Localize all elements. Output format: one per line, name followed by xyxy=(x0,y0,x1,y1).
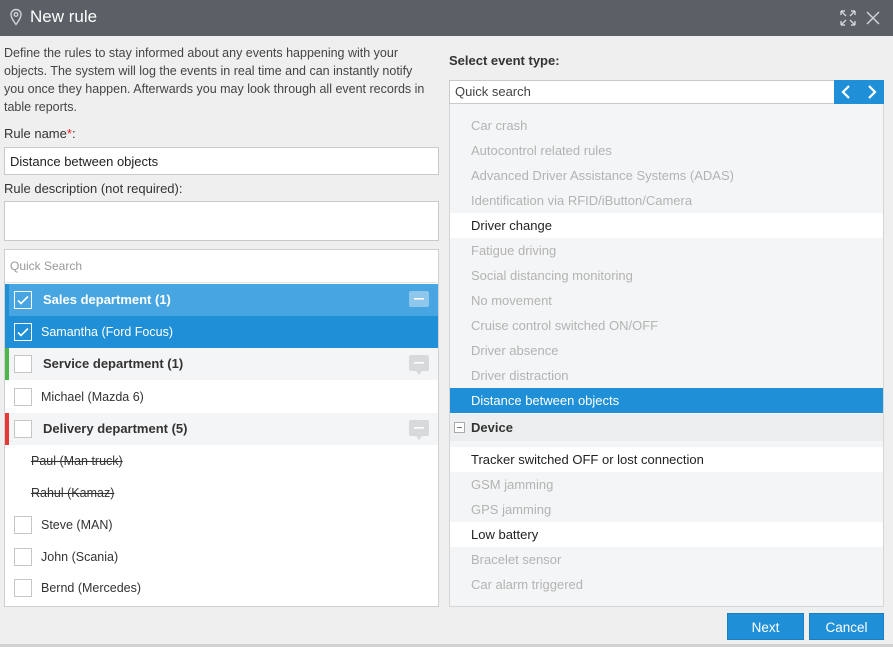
object-label: Paul (Man truck) xyxy=(31,454,123,468)
window-title: New rule xyxy=(30,7,98,26)
object-group-row[interactable]: Service department (1) xyxy=(5,348,438,380)
next-button[interactable]: Next xyxy=(727,613,804,640)
event-type-item: Autocontrol related rules xyxy=(471,143,612,158)
object-label: Steve (MAN) xyxy=(41,518,113,532)
event-type-item: Advanced Driver Assistance Systems (ADAS… xyxy=(471,168,734,183)
event-type-item: Fatigue driving xyxy=(471,243,557,258)
event-type-title: Select event type: xyxy=(449,53,560,68)
group-color-bar xyxy=(5,413,9,445)
event-nav-buttons xyxy=(834,80,884,104)
event-type-item: Car alarm triggered xyxy=(471,577,583,592)
rule-intro-text: Define the rules to stay informed about … xyxy=(4,46,425,114)
cancel-button[interactable]: Cancel xyxy=(809,613,884,640)
object-row[interactable]: Rahul (Kamaz) xyxy=(5,477,438,509)
checkbox-checked[interactable] xyxy=(14,291,32,309)
event-type-item: Car crash xyxy=(471,118,528,133)
object-group-label: Delivery department (5) xyxy=(43,421,188,436)
rule-description-input[interactable] xyxy=(4,201,439,241)
collapse-group-icon[interactable] xyxy=(409,355,429,375)
chevron-right-icon[interactable] xyxy=(859,80,884,104)
event-type-item: Driver absence xyxy=(471,343,559,358)
event-type-item: Cruise control switched ON/OFF xyxy=(471,318,659,333)
event-type-item: GPS jamming xyxy=(471,502,552,517)
object-row[interactable]: John (Scania) xyxy=(5,541,438,573)
title-bar: New rule xyxy=(0,0,893,36)
object-row[interactable]: Bernd (Mercedes) xyxy=(5,572,438,604)
object-label: Michael (Mazda 6) xyxy=(41,390,144,404)
checkbox[interactable] xyxy=(14,388,32,406)
checkbox[interactable] xyxy=(14,548,32,566)
event-type-item[interactable]: Distance between objects xyxy=(450,388,883,413)
chevron-left-icon[interactable] xyxy=(834,80,859,104)
event-type-item: Bracelet sensor xyxy=(471,552,562,567)
event-type-item[interactable]: Driver change xyxy=(450,213,883,238)
checkbox-checked[interactable] xyxy=(14,323,32,341)
checkbox[interactable] xyxy=(14,516,32,534)
object-row[interactable]: Samantha (Ford Focus) xyxy=(5,316,438,348)
object-group-label: Service department (1) xyxy=(43,356,184,371)
objects-search-input[interactable]: Quick Search xyxy=(5,250,438,283)
event-search-input[interactable]: Quick search xyxy=(449,80,834,104)
event-group-device[interactable]: Device xyxy=(450,414,883,441)
rule-name-input[interactable] xyxy=(4,147,439,175)
check-icon xyxy=(17,327,29,337)
group-color-bar xyxy=(5,284,9,316)
location-pin-icon xyxy=(10,8,22,26)
collapse-group-icon[interactable] xyxy=(409,291,429,311)
rule-name-label: Rule name*: xyxy=(4,126,76,141)
object-label: Rahul (Kamaz) xyxy=(31,486,115,500)
collapse-icon[interactable] xyxy=(454,422,465,433)
object-row[interactable]: Paul (Man truck) xyxy=(5,445,438,477)
object-label: Bernd (Mercedes) xyxy=(41,581,142,595)
close-icon[interactable] xyxy=(864,9,882,27)
event-type-item[interactable]: Low battery xyxy=(450,522,883,547)
rule-description-label: Rule description (not required): xyxy=(4,181,183,196)
event-group-label: Device xyxy=(471,420,513,435)
object-label: John (Scania) xyxy=(41,550,119,564)
group-color-bar xyxy=(5,348,9,380)
object-group-label: Sales department (1) xyxy=(43,292,171,307)
object-group-row[interactable]: Delivery department (5) xyxy=(5,413,438,445)
checkbox[interactable] xyxy=(14,579,32,597)
collapse-group-icon[interactable] xyxy=(409,420,429,440)
object-label: Samantha (Ford Focus) xyxy=(41,325,173,339)
event-type-item: No movement xyxy=(471,293,552,308)
event-type-item: Social distancing monitoring xyxy=(471,268,633,283)
checkbox[interactable] xyxy=(14,355,32,373)
object-group-row[interactable]: Sales department (1) xyxy=(5,284,438,316)
event-type-item[interactable]: Tracker switched OFF or lost connection xyxy=(450,447,883,472)
expand-icon[interactable] xyxy=(839,9,857,27)
event-type-item: Identification via RFID/iButton/Camera xyxy=(471,193,693,208)
event-type-list: Car crash Autocontrol related rules Advanc… xyxy=(449,104,884,607)
checkbox[interactable] xyxy=(14,420,32,438)
object-row[interactable]: Steve (MAN) xyxy=(5,509,438,541)
object-row[interactable]: Michael (Mazda 6) xyxy=(5,381,438,413)
event-type-item: Driver distraction xyxy=(471,368,569,383)
event-type-item: GSM jamming xyxy=(471,477,554,492)
check-icon xyxy=(17,295,29,305)
objects-panel: Quick Search Sales department (1) Samanth… xyxy=(4,249,439,607)
